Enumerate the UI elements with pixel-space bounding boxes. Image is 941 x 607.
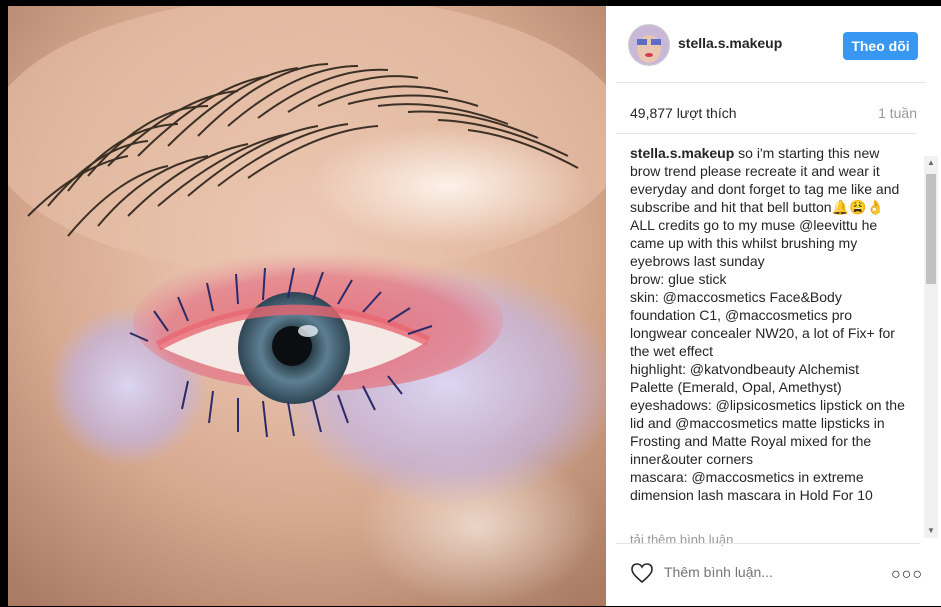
comment-input[interactable]	[664, 564, 864, 580]
post-modal: stella.s.makeup Theo dõi 49,877 lượt thí…	[0, 0, 941, 607]
eye-makeup-photo	[8, 6, 606, 606]
avatar[interactable]	[628, 24, 670, 66]
caption-username[interactable]: stella.s.makeup	[630, 145, 734, 161]
scroll-down-arrow-icon[interactable]: ▼	[926, 526, 936, 536]
likes-count[interactable]: 49,877 lượt thích	[630, 105, 737, 121]
heart-icon[interactable]	[630, 562, 654, 584]
load-more-comments[interactable]: tải thêm bình luận	[630, 532, 733, 547]
post-username[interactable]: stella.s.makeup	[678, 35, 782, 51]
post-panel: stella.s.makeup Theo dõi 49,877 lượt thí…	[606, 6, 941, 606]
scroll-thumb[interactable]	[926, 174, 936, 284]
more-options-icon[interactable]: ○○○	[891, 566, 923, 584]
divider	[616, 543, 920, 544]
avatar-image	[629, 25, 669, 65]
divider	[616, 133, 916, 134]
post-time[interactable]: 1 tuần	[878, 105, 917, 121]
caption-scrollbar[interactable]: ▲ ▼	[924, 156, 938, 538]
post-photo[interactable]	[8, 6, 606, 606]
post-caption: stella.s.makeup so i'm starting this new…	[630, 144, 905, 530]
post-header: stella.s.makeup Theo dõi	[616, 6, 926, 83]
follow-button[interactable]: Theo dõi	[843, 32, 918, 60]
scroll-up-arrow-icon[interactable]: ▲	[926, 158, 936, 168]
caption-text: so i'm starting this new brow trend plea…	[630, 145, 905, 503]
